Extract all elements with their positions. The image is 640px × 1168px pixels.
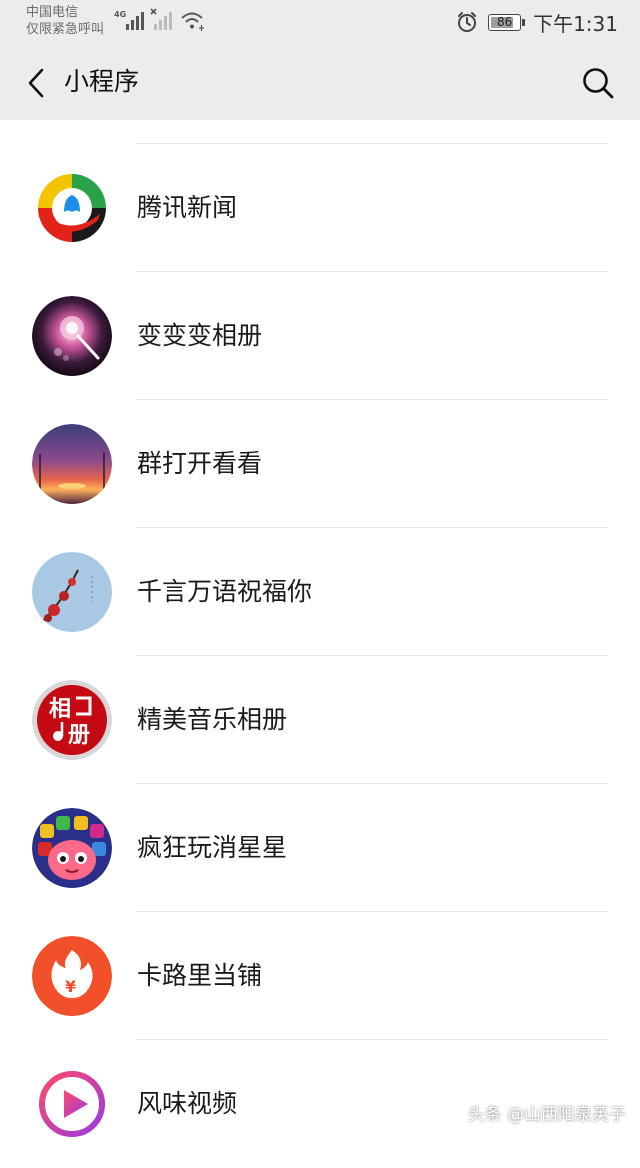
icon-text: ¥ (65, 977, 76, 996)
wifi-icon (181, 12, 204, 31)
icon-text-top: 相 (49, 697, 71, 722)
emergency-only-text: 仅限紧急呼叫 (26, 22, 105, 37)
music-album-logo: 相 册 (32, 680, 112, 760)
mini-program-name: 群打开看看 (137, 449, 263, 478)
list-item-blessings[interactable]: 千言万语祝福你 (0, 528, 640, 656)
list-item-crazy-stars[interactable]: 疯狂玩消星星 (0, 784, 640, 912)
mini-program-name: 疯狂玩消星星 (137, 833, 288, 862)
battery-level: 86 (496, 14, 513, 29)
app-header: 小程序 (0, 46, 640, 120)
list-item-music-album[interactable]: 相 册 精美音乐相册 (0, 656, 640, 784)
network-type-text: 4G (114, 10, 126, 19)
mini-program-name: 腾讯新闻 (137, 193, 238, 222)
back-button[interactable] (16, 63, 56, 103)
clock: 下午1:31 (533, 11, 618, 36)
flower-branch-photo (32, 552, 112, 632)
list-item-tencent-news[interactable]: 腾讯新闻 (0, 144, 640, 272)
magic-wand-icon (32, 296, 112, 376)
alarm-icon (458, 12, 477, 32)
carrier-name: 中国电信 (26, 5, 79, 20)
search-icon (583, 68, 614, 99)
status-right: 86 下午1:31 (456, 9, 618, 36)
page-title: 小程序 (64, 67, 140, 96)
list-item-magic-album[interactable]: 变变变相册 (0, 272, 640, 400)
watermark: 头条 @山西阳泉英子 (467, 1105, 626, 1125)
game-blocks-logo (32, 808, 112, 888)
search-button[interactable] (578, 63, 618, 103)
flame-logo: ¥ (32, 936, 112, 1016)
tencent-news-logo (32, 168, 112, 248)
mini-program-name: 卡路里当铺 (137, 961, 263, 990)
mini-program-name: 千言万语祝福你 (137, 577, 313, 606)
carrier-info: 中国电信 仅限紧急呼叫 (26, 4, 104, 38)
status-bar: 中国电信 仅限紧急呼叫 4G 86 下午1:31 (0, 0, 640, 46)
mini-program-name: 精美音乐相册 (137, 705, 288, 734)
list-item-group-open-look[interactable]: 群打开看看 (0, 400, 640, 528)
sunset-photo (32, 424, 112, 504)
mini-program-name: 变变变相册 (137, 321, 263, 350)
signal-icon: 4G (114, 10, 144, 30)
signal-no-service-icon (150, 8, 172, 30)
mini-program-name: 风味视频 (137, 1089, 238, 1118)
play-button-logo (32, 1064, 112, 1144)
battery-icon: 86 (488, 13, 526, 31)
list-item-calorie-shop[interactable]: ¥ 卡路里当铺 (0, 912, 640, 1040)
chevron-left-icon (28, 68, 44, 98)
icon-text-bottom: 册 (68, 723, 90, 748)
